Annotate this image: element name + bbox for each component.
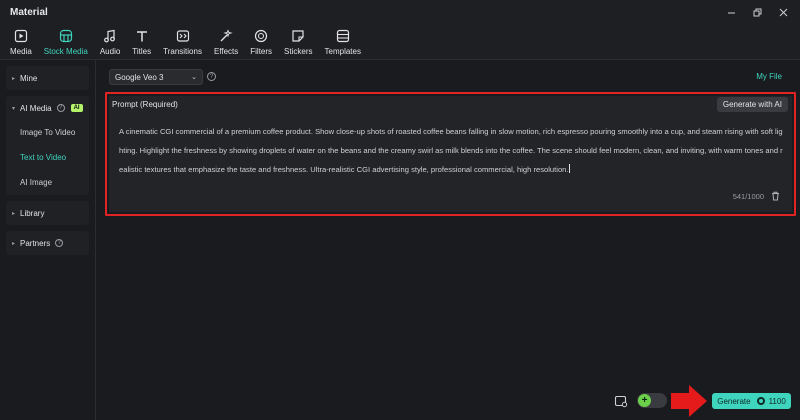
add-toggle[interactable]: + [637,393,667,408]
transitions-icon [175,28,191,44]
aspect-ratio-button[interactable] [614,394,628,408]
tab-audio[interactable]: Audio [94,24,126,60]
image-settings-icon [614,395,628,408]
sidebar: ▸ Mine ▾ AI Media ? AI Image To Video Te… [0,60,96,420]
filters-icon [253,28,269,44]
red-arrow-annotation [671,385,707,417]
help-icon[interactable]: ? [56,104,65,112]
help-icon[interactable]: ? [207,72,216,81]
sidebar-item-label: Library [20,208,45,218]
caret-right-icon: ▸ [12,240,16,247]
sidebar-item-label: Mine [20,73,38,83]
tab-effects-label: Effects [213,47,239,56]
sidebar-item-ai-image[interactable]: AI Image [6,170,89,195]
model-select[interactable]: Google Veo 3 ⌄ [109,69,203,85]
prompt-field[interactable]: Prompt (Required) Generate with AI A cin… [109,96,792,212]
prompt-highlight-frame: Prompt (Required) Generate with AI A cin… [105,92,796,216]
help-icon[interactable]: ? [55,239,64,247]
restore-button[interactable] [746,4,768,20]
credits-icon [756,397,765,405]
tab-stickers[interactable]: Stickers [278,24,318,60]
sidebar-group-partners: ▸ Partners ? [6,231,89,255]
sidebar-group-library: ▸ Library [6,201,89,225]
caret-right-icon: ▸ [12,75,16,82]
prompt-textarea[interactable]: A cinematic CGI commercial of a premium … [119,122,783,179]
caret-right-icon: ▸ [12,210,16,217]
tab-audio-label: Audio [99,47,121,56]
window-controls [720,4,794,20]
character-count: 541/1000 [732,192,764,201]
close-button[interactable] [772,4,794,20]
tab-templates[interactable]: Templates [319,24,367,60]
plus-icon: + [638,394,651,407]
sidebar-item-label: AI Media [20,103,52,113]
generate-button-label: Generate [717,396,751,406]
my-file-link[interactable]: My File [756,72,782,81]
sidebar-item-partners[interactable]: ▸ Partners ? [6,231,89,255]
sidebar-item-label: Partners [20,238,51,248]
sidebar-item-label: AI Image [20,178,53,187]
close-icon [779,8,787,16]
tab-titles-label: Titles [132,47,152,56]
tab-media-label: Media [10,47,32,56]
tab-filters-label: Filters [250,47,273,56]
prompt-label: Prompt (Required) [112,100,178,109]
tab-transitions[interactable]: Transitions [157,24,208,60]
effects-icon [218,28,234,44]
ai-badge: AI [70,104,83,112]
sidebar-item-label: Image To Video [20,128,76,137]
sidebar-item-image-to-video[interactable]: Image To Video [6,120,89,145]
tab-transitions-label: Transitions [163,47,202,56]
restore-icon [753,8,761,16]
trash-icon[interactable] [771,191,780,201]
tab-templates-label: Templates [324,47,361,56]
caret-down-icon: ▾ [12,105,16,112]
stickers-icon [290,28,306,44]
tab-stock-media-label: Stock Media [43,47,88,56]
templates-icon [335,28,351,44]
tab-effects[interactable]: Effects [208,24,244,60]
tab-stock-media[interactable]: Stock Media [38,24,94,60]
generate-button[interactable]: Generate 1100 [712,393,791,409]
tab-stickers-label: Stickers [284,47,313,56]
text-cursor [568,164,570,173]
sidebar-item-ai-media[interactable]: ▾ AI Media ? AI [6,96,89,120]
minimize-button[interactable] [720,4,742,20]
generate-cost: 1100 [768,396,786,406]
audio-icon [102,28,118,44]
model-select-value: Google Veo 3 [115,72,164,82]
minimize-icon [727,12,735,13]
stock-media-icon [58,28,74,44]
main-panel: Google Veo 3 ⌄ ? My File Prompt (Require… [97,60,800,420]
titles-icon [134,28,150,44]
sidebar-group-mine: ▸ Mine [6,66,89,90]
prompt-text: A cinematic CGI commercial of a premium … [119,127,783,174]
generate-with-ai-button[interactable]: Generate with AI [716,97,788,112]
sidebar-item-mine[interactable]: ▸ Mine [6,66,89,90]
sidebar-item-text-to-video[interactable]: Text to Video [6,145,89,170]
sidebar-item-label: Text to Video [20,153,67,162]
sidebar-item-library[interactable]: ▸ Library [6,201,89,225]
title-bar: Material [0,0,800,24]
material-toolbar: Media Stock Media Audio Titles Transitio… [0,24,800,60]
tab-media[interactable]: Media [4,24,38,60]
tab-filters[interactable]: Filters [244,24,278,60]
media-icon [13,28,29,44]
window-title: Material [10,7,48,18]
chevron-down-icon: ⌄ [191,74,197,81]
sidebar-group-ai-media: ▾ AI Media ? AI Image To Video Text to V… [6,96,89,195]
tab-titles[interactable]: Titles [126,24,157,60]
